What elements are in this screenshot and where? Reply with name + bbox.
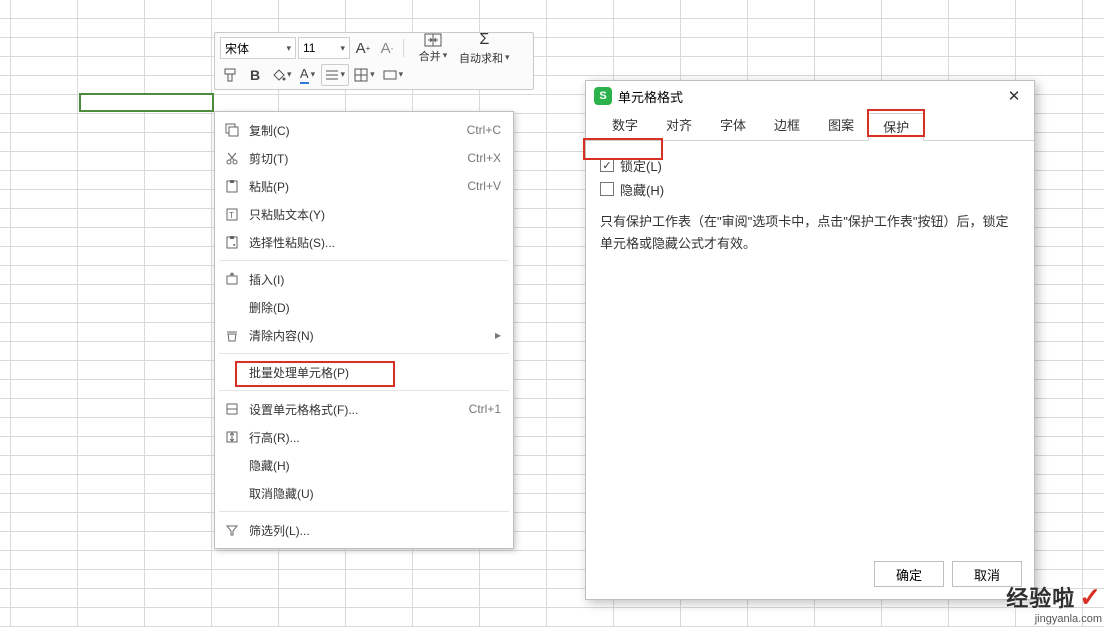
- cell-icon: [383, 68, 397, 82]
- ok-button[interactable]: 确定: [874, 561, 944, 587]
- paste-text-icon: T: [223, 205, 241, 223]
- menu-batch[interactable]: 批量处理单元格(P): [215, 358, 513, 386]
- mini-toolbar: 宋体 ▾ 11 ▾ A+ A- 合并▾ Σ 自动求和▾ B ▾ A▾: [214, 32, 534, 90]
- menu-unhide[interactable]: 取消隐藏(U): [215, 479, 513, 507]
- tab-protect[interactable]: 保护: [868, 113, 924, 141]
- menu-hide[interactable]: 隐藏(H): [215, 451, 513, 479]
- row-height-icon: [223, 428, 241, 446]
- cell-style-button[interactable]: ▾: [380, 64, 407, 86]
- chevron-right-icon: ▸: [495, 328, 501, 342]
- font-select[interactable]: 宋体 ▾: [220, 37, 296, 59]
- menu-copy[interactable]: 复制(C) Ctrl+C: [215, 116, 513, 144]
- font-size: 11: [303, 41, 315, 55]
- selected-cell[interactable]: [79, 93, 214, 112]
- menu-row-height[interactable]: 行高(R)...: [215, 423, 513, 451]
- cell-format-dialog: S 单元格格式 ✕ 数字 对齐 字体 边框 图案 保护 锁定(L) 隐藏(H) …: [585, 80, 1035, 600]
- align-button[interactable]: ▾: [321, 64, 350, 86]
- bold-button[interactable]: B: [244, 64, 266, 86]
- fill-color-button[interactable]: ▾: [268, 64, 295, 86]
- menu-clear[interactable]: 清除内容(N) ▸: [215, 321, 513, 349]
- lock-label: 锁定(L): [620, 156, 662, 175]
- font-name: 宋体: [225, 40, 249, 57]
- format-painter-icon: [223, 67, 239, 83]
- increase-font-button[interactable]: A+: [352, 37, 374, 59]
- menu-cell-format[interactable]: 设置单元格格式(F)... Ctrl+1: [215, 395, 513, 423]
- copy-icon: [223, 121, 241, 139]
- chevron-down-icon: ▾: [340, 43, 345, 54]
- sigma-icon: Σ: [479, 31, 489, 49]
- protect-note: 只有保护工作表（在"审阅"选项卡中，点击"保护工作表"按钮）后，锁定单元格或隐藏…: [600, 211, 1020, 255]
- tab-pattern[interactable]: 图案: [814, 112, 868, 140]
- border-icon: [354, 68, 368, 82]
- insert-icon: [223, 270, 241, 288]
- cut-icon: [223, 149, 241, 167]
- paint-bucket-icon: [271, 67, 287, 83]
- context-menu: 复制(C) Ctrl+C 剪切(T) Ctrl+X 粘贴(P) Ctrl+V T…: [214, 111, 514, 549]
- decrease-font-button[interactable]: A-: [376, 37, 398, 59]
- lock-checkbox[interactable]: [600, 158, 614, 172]
- dialog-tabs: 数字 对齐 字体 边框 图案 保护: [586, 111, 1034, 141]
- menu-cut[interactable]: 剪切(T) Ctrl+X: [215, 144, 513, 172]
- wps-logo-icon: S: [594, 87, 612, 105]
- paste-special-icon: ▪: [223, 233, 241, 251]
- border-button[interactable]: ▾: [351, 64, 378, 86]
- font-size-select[interactable]: 11 ▾: [298, 37, 350, 59]
- hide-checkbox[interactable]: [600, 182, 614, 196]
- tab-align[interactable]: 对齐: [652, 112, 706, 140]
- menu-filter[interactable]: 筛选列(L)...: [215, 516, 513, 544]
- dialog-title: 单元格格式: [618, 87, 683, 106]
- svg-text:T: T: [229, 211, 234, 220]
- watermark: 经验啦✓ jingyanla.com: [1006, 581, 1102, 625]
- menu-insert[interactable]: 插入(I): [215, 265, 513, 293]
- merge-cells-icon: [424, 33, 442, 47]
- tab-border[interactable]: 边框: [760, 112, 814, 140]
- dialog-body: 锁定(L) 隐藏(H) 只有保护工作表（在"审阅"选项卡中，点击"保护工作表"按…: [586, 141, 1034, 551]
- dialog-footer: 确定 取消: [586, 551, 1034, 599]
- format-painter-button[interactable]: [220, 64, 242, 86]
- menu-paste-special[interactable]: ▪ 选择性粘贴(S)...: [215, 228, 513, 256]
- filter-icon: [223, 521, 241, 539]
- clear-icon: [223, 326, 241, 344]
- tab-number[interactable]: 数字: [598, 112, 652, 140]
- tab-font[interactable]: 字体: [706, 112, 760, 140]
- dialog-titlebar: S 单元格格式 ✕: [586, 81, 1034, 111]
- close-button[interactable]: ✕: [1002, 84, 1026, 108]
- menu-paste[interactable]: 粘贴(P) Ctrl+V: [215, 172, 513, 200]
- autosum-button[interactable]: Σ 自动求和▾: [459, 31, 510, 66]
- merge-button[interactable]: 合并▾: [409, 33, 457, 64]
- align-icon: [325, 69, 339, 81]
- font-color-button[interactable]: A▾: [297, 64, 319, 86]
- cell-format-icon: [223, 400, 241, 418]
- menu-delete[interactable]: 删除(D): [215, 293, 513, 321]
- check-icon: ✓: [1079, 582, 1102, 612]
- menu-paste-text[interactable]: T 只粘贴文本(Y): [215, 200, 513, 228]
- paste-icon: [223, 177, 241, 195]
- hide-label: 隐藏(H): [620, 180, 664, 199]
- chevron-down-icon: ▾: [286, 43, 291, 54]
